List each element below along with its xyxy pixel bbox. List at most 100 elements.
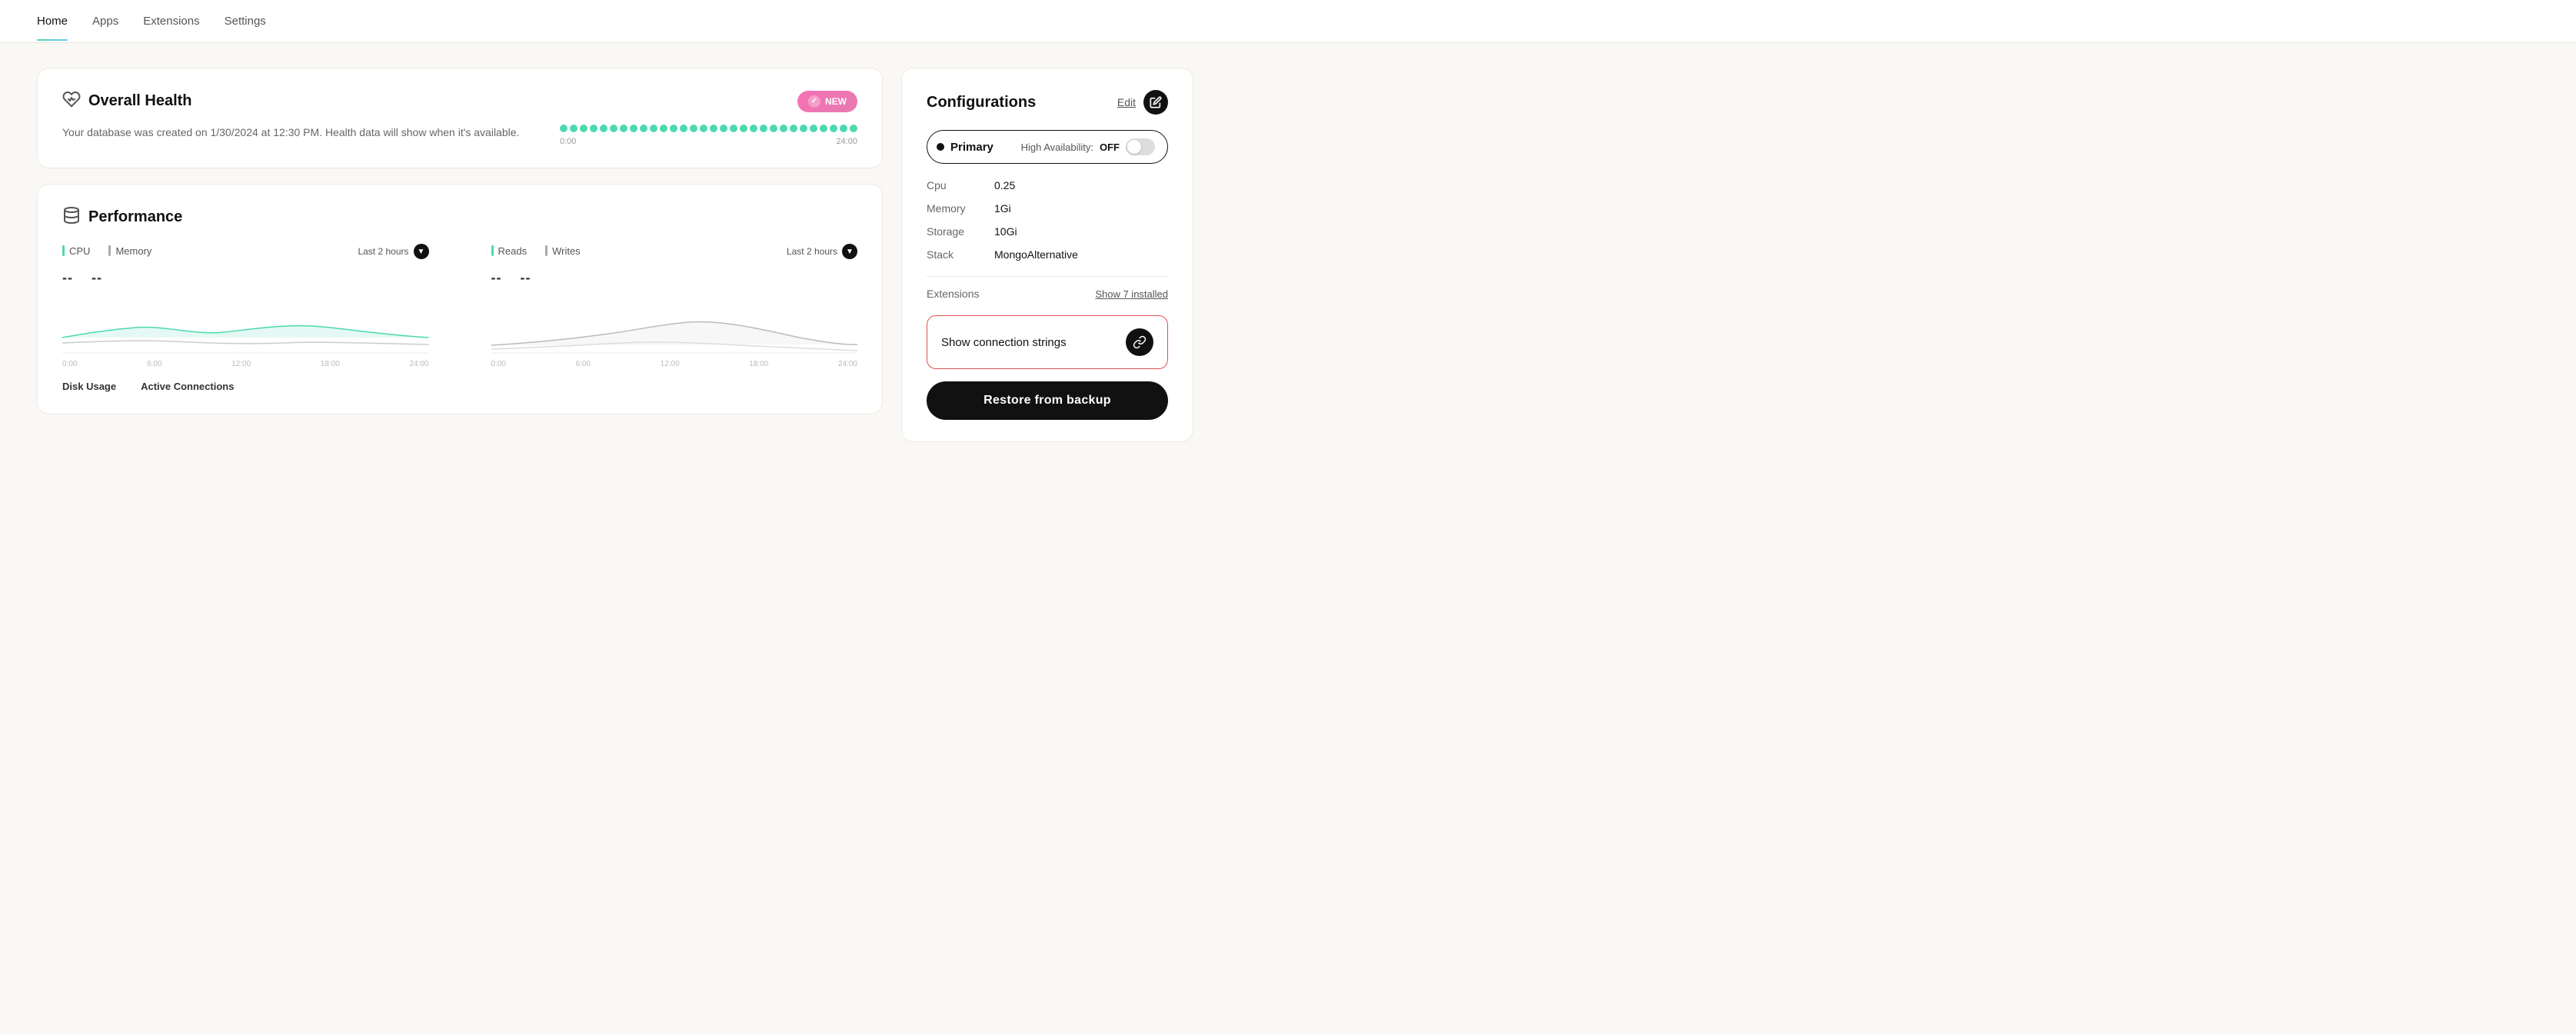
health-dot — [620, 125, 627, 132]
right-time-chevron[interactable]: ▼ — [842, 244, 857, 259]
health-dot — [660, 125, 667, 132]
health-dot — [710, 125, 717, 132]
new-badge: ✓ NEW — [797, 91, 857, 112]
primary-right: High Availability: OFF — [1021, 138, 1155, 155]
spec-stack-val: MongoAlternative — [994, 248, 1078, 261]
connection-strings-button[interactable]: Show connection strings — [927, 315, 1168, 369]
health-dot — [720, 125, 727, 132]
nav-extensions[interactable]: Extensions — [143, 2, 199, 40]
nav-settings[interactable]: Settings — [225, 2, 266, 40]
health-dot — [590, 125, 597, 132]
health-bottom: Your database was created on 1/30/2024 a… — [62, 112, 857, 146]
health-dot — [840, 125, 847, 132]
health-dot — [570, 125, 577, 132]
health-dot — [650, 125, 657, 132]
right-chart-times: 0:006:0012:0018:0024:00 — [491, 360, 858, 368]
connection-strings-label: Show connection strings — [941, 336, 1067, 349]
memory-label: Memory — [108, 245, 151, 257]
ha-value: OFF — [1100, 141, 1120, 153]
health-dot — [830, 125, 837, 132]
health-dot — [560, 125, 567, 132]
health-title-row: Overall Health — [62, 90, 192, 112]
health-dot — [730, 125, 737, 132]
health-dot — [810, 125, 817, 132]
config-title: Configurations — [927, 94, 1036, 111]
spec-memory: Memory 1Gi — [927, 202, 1168, 215]
cpu-memory-labels: CPU Memory — [62, 245, 151, 257]
perf-title-row: Performance — [62, 206, 857, 228]
disk-usage-label: Disk Usage — [62, 381, 116, 392]
heart-icon — [62, 90, 81, 112]
health-dot — [690, 125, 697, 132]
ha-toggle[interactable] — [1126, 138, 1155, 155]
health-message: Your database was created on 1/30/2024 a… — [62, 125, 535, 141]
badge-check-icon: ✓ — [808, 95, 820, 108]
writes-bar-indicator — [545, 245, 547, 256]
spec-cpu: Cpu 0.25 — [927, 179, 1168, 191]
cpu-memory-group: CPU Memory Last 2 hours ▼ — [62, 244, 429, 368]
health-chart: 0:00 24:00 — [560, 125, 857, 146]
config-specs: Cpu 0.25 Memory 1Gi Storage 10Gi Stack M… — [927, 179, 1168, 261]
reads-writes-labels: Reads Writes — [491, 245, 581, 257]
cpu-memory-values: -- -- — [62, 270, 429, 286]
health-dot — [680, 125, 687, 132]
right-time-selector[interactable]: Last 2 hours ▼ — [787, 244, 857, 259]
health-dot — [750, 125, 757, 132]
health-dot — [630, 125, 637, 132]
health-dot — [640, 125, 647, 132]
reads-writes-group: Reads Writes Last 2 hours ▼ — [491, 244, 858, 368]
bottom-metrics: Disk Usage Active Connections — [62, 381, 857, 392]
writes-label: Writes — [545, 245, 581, 257]
memory-bar-indicator — [108, 245, 111, 256]
nav-home[interactable]: Home — [37, 2, 68, 40]
memory-value: -- — [92, 270, 102, 286]
edit-icon-button[interactable] — [1143, 90, 1168, 115]
left-chart-times: 0:006:0012:0018:0024:00 — [62, 360, 429, 368]
config-card: Configurations Edit Primary — [901, 68, 1193, 442]
reads-writes-values: -- -- — [491, 270, 858, 286]
health-time-labels: 0:00 24:00 — [560, 137, 857, 146]
toggle-thumb — [1127, 140, 1141, 154]
navigation: Home Apps Extensions Settings — [0, 0, 2576, 43]
right-panel: Configurations Edit Primary — [901, 68, 1193, 442]
reads-value: -- — [491, 270, 502, 286]
show-installed-link[interactable]: Show 7 installed — [1095, 288, 1168, 300]
cpu-value: -- — [62, 270, 73, 286]
health-dot — [760, 125, 767, 132]
cpu-memory-chart — [62, 295, 429, 357]
left-panel: Overall Health ✓ NEW Your database was c… — [37, 68, 883, 442]
active-connections-label: Active Connections — [141, 381, 234, 392]
perf-title: Performance — [88, 208, 182, 226]
health-dot — [770, 125, 777, 132]
left-time-selector[interactable]: Last 2 hours ▼ — [358, 244, 428, 259]
spec-storage-val: 10Gi — [994, 225, 1017, 238]
ha-label: High Availability: — [1021, 141, 1093, 153]
health-dot — [790, 125, 797, 132]
cpu-label: CPU — [62, 245, 90, 257]
health-dot — [800, 125, 807, 132]
performance-card: Performance CPU Memory — [37, 184, 883, 414]
spec-cpu-key: Cpu — [927, 179, 988, 191]
health-dot — [820, 125, 827, 132]
health-dot — [600, 125, 607, 132]
edit-link[interactable]: Edit — [1117, 96, 1136, 108]
health-dot — [740, 125, 747, 132]
health-title: Overall Health — [88, 92, 192, 110]
main-layout: Overall Health ✓ NEW Your database was c… — [0, 43, 1230, 467]
primary-label: Primary — [950, 141, 993, 154]
health-dots — [560, 125, 857, 132]
health-dot — [850, 125, 857, 132]
primary-left: Primary — [937, 141, 993, 154]
reads-writes-chart — [491, 295, 858, 357]
restore-from-backup-button[interactable]: Restore from backup — [927, 381, 1168, 420]
nav-apps[interactable]: Apps — [92, 2, 118, 40]
database-icon — [62, 206, 81, 228]
left-time-chevron[interactable]: ▼ — [414, 244, 429, 259]
spec-stack: Stack MongoAlternative — [927, 248, 1168, 261]
config-header: Configurations Edit — [927, 90, 1168, 115]
spec-stack-key: Stack — [927, 248, 988, 261]
health-dot — [610, 125, 617, 132]
config-header-right: Edit — [1117, 90, 1168, 115]
spec-cpu-val: 0.25 — [994, 179, 1015, 191]
spec-storage-key: Storage — [927, 225, 988, 238]
